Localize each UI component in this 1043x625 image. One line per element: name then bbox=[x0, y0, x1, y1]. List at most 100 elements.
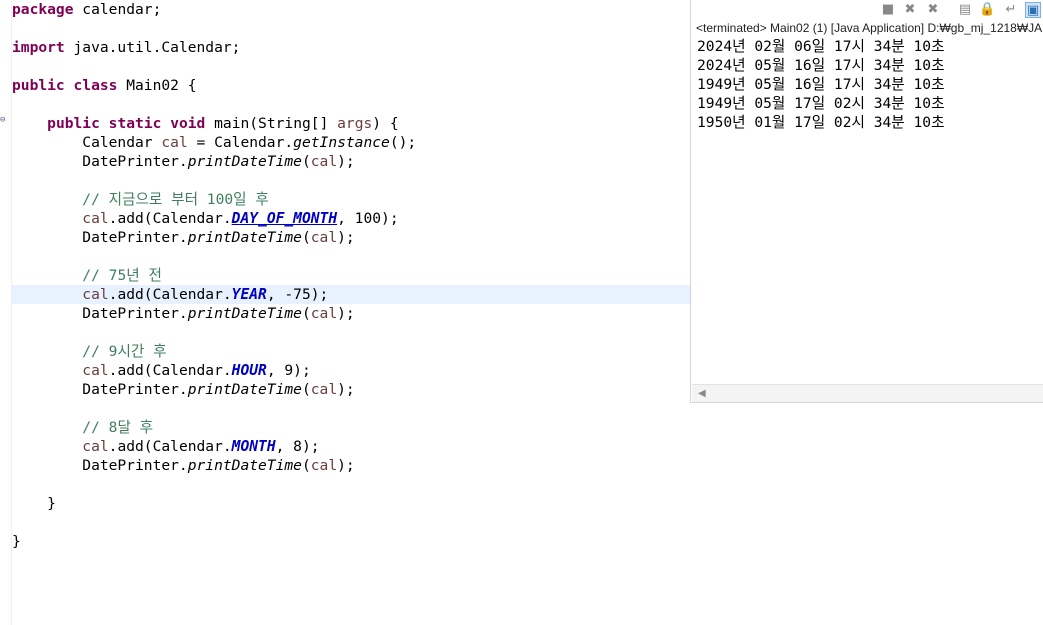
console-output-line: 1949년 05월 17일 02시 34분 10초 bbox=[697, 95, 945, 112]
code-line[interactable]: // 9시간 후 bbox=[12, 342, 690, 361]
code-token: DatePrinter. bbox=[12, 228, 188, 246]
code-token: static bbox=[108, 114, 162, 132]
console-horizontal-scrollbar[interactable]: ◀ bbox=[692, 384, 1043, 402]
code-token: args bbox=[337, 114, 373, 132]
code-token: .add(Calendar. bbox=[108, 361, 232, 379]
code-token: ( bbox=[301, 380, 311, 398]
code-line[interactable]: cal.add(Calendar.DAY_OF_MONTH, 100); bbox=[12, 209, 690, 228]
code-token: printDateTime bbox=[187, 456, 302, 474]
code-token: ( bbox=[301, 456, 311, 474]
code-token: ); bbox=[337, 380, 355, 398]
code-line[interactable]: cal.add(Calendar.HOUR, 9); bbox=[12, 361, 690, 380]
fold-collapse-icon[interactable]: ⊖ bbox=[0, 116, 9, 125]
code-token: DatePrinter. bbox=[12, 456, 188, 474]
console-toolbar: ■ ✖ ✖ ▤ 🔒 ↵ ▣ bbox=[691, 0, 1043, 20]
editor-gutter: ⊖ bbox=[0, 0, 12, 625]
code-token: main(String[] bbox=[205, 114, 338, 132]
code-line[interactable]: // 지금으로 부터 100일 후 bbox=[12, 190, 690, 209]
scroll-lock-icon[interactable]: 🔒 bbox=[979, 2, 995, 18]
code-token: Main02 { bbox=[117, 76, 197, 94]
code-token: class bbox=[73, 76, 118, 94]
code-line[interactable]: DatePrinter.printDateTime(cal); bbox=[12, 228, 690, 247]
code-token: // 9시간 후 bbox=[82, 342, 167, 360]
terminate-icon[interactable]: ■ bbox=[880, 2, 896, 18]
console-output-line: 1949년 05월 16일 17시 34분 10초 bbox=[697, 76, 945, 93]
current-code-line[interactable]: cal.add(Calendar.YEAR, -75); bbox=[12, 284, 690, 304]
code-line[interactable]: // 75년 전 bbox=[12, 266, 690, 285]
code-token: import bbox=[12, 38, 65, 56]
code-token: DAY_OF_MONTH bbox=[231, 209, 338, 227]
code-token: Calendar bbox=[12, 133, 162, 151]
code-line[interactable]: cal.add(Calendar.MONTH, 8); bbox=[12, 437, 690, 456]
clear-console-icon[interactable]: ▤ bbox=[957, 2, 973, 18]
code-token: , 100); bbox=[337, 209, 399, 227]
code-token: MONTH bbox=[231, 437, 276, 455]
code-token: // 지금으로 부터 100일 후 bbox=[82, 190, 269, 208]
code-token: ( bbox=[301, 304, 311, 322]
code-token: } bbox=[12, 494, 56, 512]
code-token: printDateTime bbox=[187, 304, 302, 322]
code-token: ); bbox=[337, 228, 355, 246]
code-token: .add(Calendar. bbox=[108, 437, 232, 455]
console-output-line: 2024년 02월 06일 17시 34분 10초 bbox=[697, 38, 945, 55]
code-token: cal bbox=[82, 361, 109, 379]
code-line[interactable]: import java.util.Calendar; bbox=[12, 38, 690, 57]
code-line[interactable]: public static void main(String[] args) { bbox=[12, 114, 690, 133]
code-token: cal bbox=[82, 437, 109, 455]
code-token: public bbox=[12, 76, 65, 94]
code-line[interactable]: DatePrinter.printDateTime(cal); bbox=[12, 380, 690, 399]
code-line[interactable]: } bbox=[12, 494, 690, 513]
code-token: , -75); bbox=[266, 285, 329, 303]
console-status-label: <terminated> Main02 (1) [Java Applicatio… bbox=[696, 21, 1043, 35]
code-token: cal bbox=[310, 152, 338, 170]
code-line[interactable]: public class Main02 { bbox=[12, 76, 690, 95]
code-editor[interactable]: ⊖ package calendar; import java.util.Cale… bbox=[0, 0, 690, 625]
code-line[interactable]: Calendar cal = Calendar.getInstance(); bbox=[12, 133, 690, 152]
code-line[interactable]: package calendar; bbox=[12, 0, 690, 19]
code-token: printDateTime bbox=[187, 228, 302, 246]
code-token: ); bbox=[337, 152, 355, 170]
code-token: cal bbox=[310, 228, 338, 246]
code-line[interactable]: DatePrinter.printDateTime(cal); bbox=[12, 152, 690, 171]
code-line[interactable]: DatePrinter.printDateTime(cal); bbox=[12, 456, 690, 475]
code-line[interactable]: } bbox=[12, 532, 690, 551]
code-token: cal bbox=[161, 133, 188, 151]
remove-all-terminated-icon[interactable]: ✖ bbox=[925, 2, 941, 18]
code-token: public bbox=[47, 114, 100, 132]
code-token: java.util.Calendar; bbox=[64, 38, 241, 56]
code-token: cal bbox=[310, 380, 338, 398]
code-token: DatePrinter. bbox=[12, 152, 188, 170]
code-token: ); bbox=[337, 456, 355, 474]
code-token: package bbox=[12, 0, 74, 18]
code-token: DatePrinter. bbox=[12, 380, 188, 398]
scroll-left-icon[interactable]: ◀ bbox=[698, 386, 706, 401]
console-output-line: 1950년 01월 17일 02시 34분 10초 bbox=[697, 114, 945, 131]
code-token: , 9); bbox=[266, 361, 311, 379]
console-view[interactable]: ■ ✖ ✖ ▤ 🔒 ↵ ▣ <terminated> Main02 (1) [Java Ap… bbox=[690, 0, 1043, 403]
code-token: YEAR bbox=[231, 285, 267, 303]
code-token: ( bbox=[301, 228, 311, 246]
code-token: getInstance bbox=[293, 133, 390, 151]
code-token: ); bbox=[337, 304, 355, 322]
code-token: , 8); bbox=[275, 437, 320, 455]
code-line[interactable]: // 8달 후 bbox=[12, 418, 690, 437]
show-console-icon[interactable]: ▣ bbox=[1025, 2, 1041, 18]
remove-launch-icon[interactable]: ✖ bbox=[902, 2, 918, 18]
code-token: cal bbox=[82, 285, 109, 303]
code-token: cal bbox=[310, 304, 338, 322]
code-token: cal bbox=[310, 456, 338, 474]
word-wrap-icon[interactable]: ↵ bbox=[1003, 2, 1019, 18]
code-token: .add(Calendar. bbox=[108, 209, 232, 227]
code-token: .add(Calendar. bbox=[108, 285, 232, 303]
code-line[interactable]: DatePrinter.printDateTime(cal); bbox=[12, 304, 690, 323]
